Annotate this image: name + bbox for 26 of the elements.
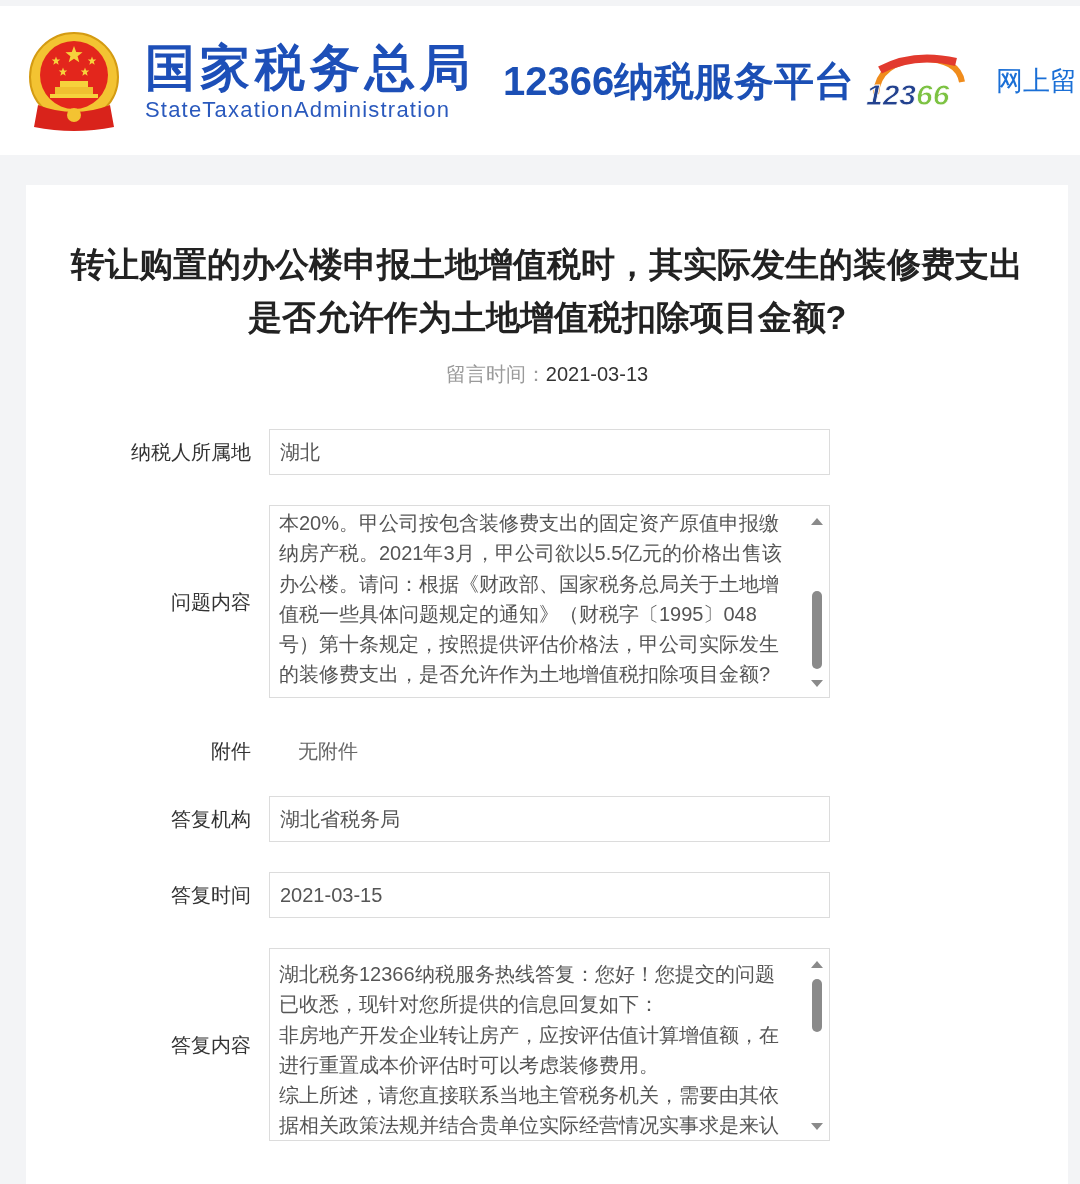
input-field[interactable]: 湖北省税务局 <box>269 796 830 842</box>
hotline-logo: 12366 <box>862 49 971 112</box>
agency-name-english: StateTaxationAdministration <box>145 96 452 123</box>
meta-value: 2021-03-13 <box>545 362 649 387</box>
text-area[interactable]: 湖北税务12366纳税服务热线答复：您好！您提交的问题 已收悉，现针对您所提供的信息回复如下： 非房地产开发企业转让房产，应按评估值计算增值额，在 进行重置成本价评估时可以考虑装修费用。 综上所述，请您直接联系当地主管税务机关，需要由其依 据相关政策法规并结合贵单位实际经营情况实事求是来认 <box>269 948 830 1141</box>
field-label: 答复时间 <box>170 883 251 908</box>
platform-name: 12366纳税服务平台 <box>503 57 855 105</box>
input-field[interactable]: 2021-03-15 <box>269 872 830 918</box>
agency-name: 国家税务总局 <box>145 38 475 97</box>
scroll-up-icon[interactable] <box>811 518 823 525</box>
field-label: 问题内容 <box>170 589 251 615</box>
scroll-down-icon[interactable] <box>811 680 823 687</box>
message-title: 转让购置的办公楼申报土地增值税时，其实际发生的装修费支出是否允许作为土地增值税扣除项目金额? <box>69 244 1024 338</box>
scroll-down-icon[interactable] <box>811 1123 823 1130</box>
input-field[interactable]: 湖北 <box>269 429 830 475</box>
meta-label: 留言时间： <box>445 362 546 387</box>
attachment-value: 无附件 <box>298 739 358 764</box>
field-label: 答复机构 <box>170 807 251 832</box>
scroll-up-icon[interactable] <box>811 961 823 968</box>
field-label: 附件 <box>210 739 251 764</box>
scrollbar-thumb[interactable] <box>812 591 822 669</box>
text-area[interactable]: 本20%。甲公司按包含装修费支出的固定资产原值申报缴 纳房产税。2021年3月，甲公司欲以5.5亿元的价格出售该 办公楼。请问：根据《财政部、国家税务总局关于土地增 值税一些具体问题规定的通知》（财税字〔1995〕048 号）第十条规定，按照提供评估价格法，甲公司实际发生 的装修费支出，是否允许作为土地增值税扣除项目金额? <box>269 505 830 698</box>
scrollbar-thumb[interactable] <box>812 979 822 1032</box>
field-label: 答复内容 <box>170 1032 251 1058</box>
field-label: 纳税人所属地 <box>130 440 251 465</box>
nav-link[interactable]: 网上留 <box>996 63 1078 98</box>
